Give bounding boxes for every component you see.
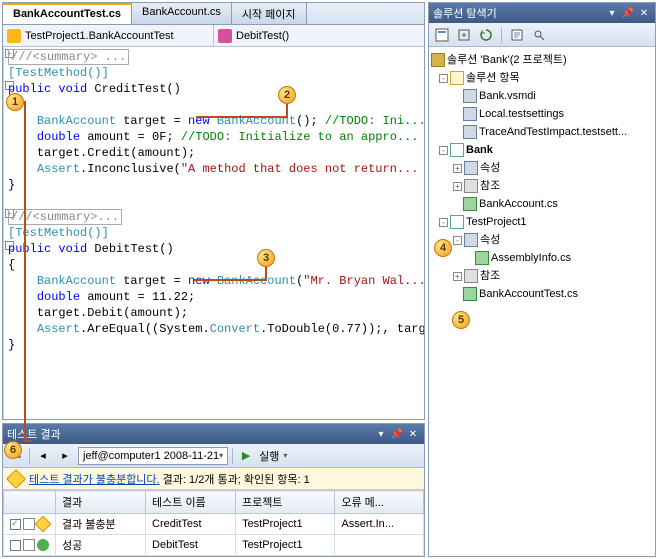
solution-explorer-pane: 솔루션 탐색기 ▾ 📌 ✕ 솔루션 'Bank'(2 프로젝트) -솔루션 항목…: [428, 2, 656, 557]
dropdown-icon[interactable]: ▾: [374, 427, 388, 441]
solution-toolbar: [429, 23, 655, 47]
refresh-button[interactable]: [477, 26, 495, 44]
tree-properties[interactable]: -속성: [431, 231, 653, 249]
callout-6: 6: [4, 441, 22, 459]
tree-cs-file[interactable]: BankAccount.cs: [431, 195, 653, 213]
settings-icon: [463, 107, 477, 121]
expander-icon[interactable]: +: [453, 164, 462, 173]
test-icon: [23, 539, 35, 551]
properties-icon: [464, 161, 478, 175]
tree-solution-items[interactable]: -솔루션 항목: [431, 69, 653, 87]
expander-icon[interactable]: -: [439, 146, 448, 155]
show-all-button[interactable]: [455, 26, 473, 44]
result-pass-icon: [37, 539, 49, 551]
pin-icon[interactable]: 📌: [621, 6, 635, 20]
solution-explorer-title: 솔루션 탐색기: [433, 5, 497, 21]
test-run-combo[interactable]: jeff@computer1 2008-11-21▾: [78, 447, 228, 465]
tab-startpage[interactable]: 시작 페이지: [232, 3, 307, 24]
test-status-bar: 테스트 결과가 불충분합니다. 결과: 1/2개 통과; 확인된 항목: 1: [3, 468, 424, 490]
chevron-down-icon: ▾: [219, 451, 223, 460]
callout-2: 2: [278, 86, 296, 104]
nav-type-label: TestProject1.BankAccountTest: [25, 30, 174, 42]
expander-icon[interactable]: +: [453, 272, 462, 281]
test-row[interactable]: 성공 DebitTest TestProject1: [4, 535, 424, 556]
cs-file-icon: [463, 287, 477, 301]
tab-bankaccounttest[interactable]: BankAccountTest.cs: [3, 3, 132, 24]
tree-project-bank[interactable]: -Bank: [431, 141, 653, 159]
folder-icon: [450, 71, 464, 85]
solution-explorer-title-bar: 솔루션 탐색기 ▾ 📌 ✕: [429, 3, 655, 23]
properties-button[interactable]: [433, 26, 451, 44]
class-icon: [7, 29, 21, 43]
settings-icon: [463, 125, 477, 139]
checkbox[interactable]: [10, 540, 21, 551]
col-testname[interactable]: 테스트 이름: [146, 491, 236, 514]
test-results-title: 테스트 결과: [7, 426, 61, 442]
tree-properties[interactable]: +속성: [431, 159, 653, 177]
expander-icon[interactable]: -: [439, 74, 448, 83]
code-text[interactable]: ///<summary> ... [TestMethod()] public v…: [4, 47, 424, 419]
dropdown-icon[interactable]: ▾: [605, 6, 619, 20]
test-results-grid[interactable]: 결과 테스트 이름 프로젝트 오류 메... 결과 불충분 CreditTest…: [3, 490, 424, 556]
warning-icon: [6, 469, 26, 489]
expander-icon[interactable]: -: [453, 236, 462, 245]
col-icons[interactable]: [4, 491, 56, 514]
run-button[interactable]: ▶: [237, 447, 255, 465]
tree-item[interactable]: Bank.vsmdi: [431, 87, 653, 105]
tree-item[interactable]: Local.testsettings: [431, 105, 653, 123]
test-row[interactable]: 결과 불충분 CreditTest TestProject1 Assert.In…: [4, 514, 424, 535]
status-text: 결과: 1/2개 통과; 확인된 항목: 1: [160, 474, 310, 486]
properties-icon: [464, 233, 478, 247]
col-error[interactable]: 오류 메...: [335, 491, 424, 514]
callout-5: 5: [452, 311, 470, 329]
tree-item[interactable]: TraceAndTestImpact.testsett...: [431, 123, 653, 141]
tree-references[interactable]: +참조: [431, 177, 653, 195]
view-designer-button[interactable]: [530, 26, 548, 44]
run-label: 실행: [259, 448, 279, 464]
nav-member-dropdown[interactable]: DebitTest(): [214, 25, 424, 46]
tab-bankaccount[interactable]: BankAccount.cs: [132, 3, 232, 24]
col-project[interactable]: 프로젝트: [236, 491, 335, 514]
code-editor-pane: BankAccountTest.cs BankAccount.cs 시작 페이지…: [2, 2, 425, 420]
nav-member-label: DebitTest(): [236, 30, 289, 42]
code-area[interactable]: + - + - ///<summary> ... [TestMethod()] …: [3, 47, 424, 419]
callout-4: 4: [434, 239, 452, 257]
csproj-icon: [450, 215, 464, 229]
test-results-toolbar: ◂ ▸ jeff@computer1 2008-11-21▾ ▶ 실행 ▾: [3, 444, 424, 468]
solution-tree[interactable]: 솔루션 'Bank'(2 프로젝트) -솔루션 항목 Bank.vsmdi Lo…: [429, 47, 655, 556]
expander-icon[interactable]: -: [439, 218, 448, 227]
test-results-title-bar: 테스트 결과 ▾ 📌 ✕: [3, 424, 424, 444]
checkbox[interactable]: [10, 519, 21, 530]
test-icon: [23, 518, 35, 530]
tree-references[interactable]: +참조: [431, 267, 653, 285]
callout-3: 3: [257, 249, 275, 267]
tree-root[interactable]: 솔루션 'Bank'(2 프로젝트): [431, 51, 653, 69]
method-icon: [218, 29, 232, 43]
cs-file-icon: [463, 197, 477, 211]
solution-icon: [431, 53, 445, 67]
pin-icon[interactable]: 📌: [390, 427, 404, 441]
cs-file-icon: [475, 251, 489, 265]
references-icon: [464, 179, 478, 193]
tree-project-testproject1[interactable]: -TestProject1: [431, 213, 653, 231]
expander-icon[interactable]: +: [453, 182, 462, 191]
close-icon[interactable]: ✕: [637, 6, 651, 20]
test-results-pane: 테스트 결과 ▾ 📌 ✕ ◂ ▸ jeff@computer1 2008-11-…: [2, 423, 425, 557]
status-link[interactable]: 테스트 결과가 불충분합니다.: [29, 474, 160, 486]
close-icon[interactable]: ✕: [406, 427, 420, 441]
view-code-button[interactable]: [508, 26, 526, 44]
nav-type-dropdown[interactable]: TestProject1.BankAccountTest: [3, 25, 214, 46]
vsmdi-icon: [463, 89, 477, 103]
editor-nav-bar: TestProject1.BankAccountTest DebitTest(): [3, 25, 424, 47]
tree-cs-file[interactable]: BankAccountTest.cs: [431, 285, 653, 303]
next-result-button[interactable]: ▸: [56, 447, 74, 465]
result-warn-icon: [35, 516, 52, 533]
references-icon: [464, 269, 478, 283]
callout-1: 1: [6, 93, 24, 111]
prev-result-button[interactable]: ◂: [34, 447, 52, 465]
editor-tab-strip: BankAccountTest.cs BankAccount.cs 시작 페이지: [3, 3, 424, 25]
col-result[interactable]: 결과: [56, 491, 146, 514]
csproj-icon: [450, 143, 464, 157]
tree-cs-file[interactable]: AssemblyInfo.cs: [431, 249, 653, 267]
